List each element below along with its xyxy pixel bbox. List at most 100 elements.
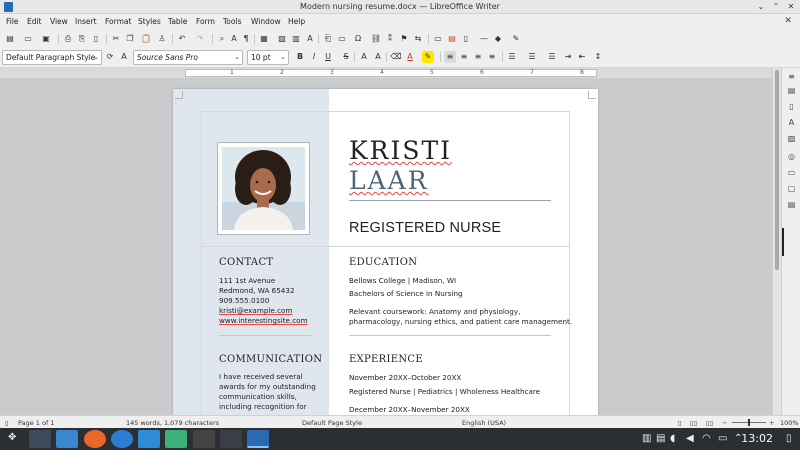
clock[interactable]: 13:02 (741, 432, 773, 445)
align-right-icon[interactable]: ≡ (472, 51, 484, 63)
menu-form[interactable]: Form (196, 17, 215, 26)
undo-icon[interactable]: ↶ (176, 33, 188, 45)
bold-icon[interactable]: B (294, 51, 306, 63)
redo-icon[interactable]: ↷ (194, 33, 206, 45)
footnote-icon[interactable]: ⁑ (384, 33, 396, 45)
formatting-marks-icon[interactable]: ¶ (240, 33, 252, 45)
communication-line[interactable]: awards for my outstanding (219, 382, 316, 392)
menu-format[interactable]: Format (105, 17, 131, 26)
book-view-icon[interactable]: ▯▯ (706, 419, 713, 427)
font-name-select[interactable]: Source Sans Pro ⌄ (133, 50, 243, 65)
subscript-icon[interactable]: A (372, 51, 384, 63)
vertical-scrollbar[interactable] (772, 68, 781, 415)
paragraph-style-select[interactable]: Default Paragraph Style ⌄ (2, 50, 102, 65)
print-preview-icon[interactable]: ▯ (90, 33, 102, 45)
numbering-icon[interactable]: ☰ (526, 51, 538, 63)
firefox-icon[interactable] (84, 430, 106, 448)
menu-window[interactable]: Window (251, 17, 281, 26)
page-break-icon[interactable]: ⎗ (322, 33, 334, 45)
word-count[interactable]: 145 words, 1,079 characters (126, 419, 219, 427)
zoom-out-icon[interactable]: − (722, 419, 727, 427)
vault-icon[interactable]: ▤ (656, 433, 665, 444)
clone-formatting-icon[interactable]: ♙ (156, 33, 168, 45)
print-icon[interactable]: ⎘ (76, 33, 88, 45)
page-icon[interactable]: ▯ (787, 102, 796, 111)
hyperlink-icon[interactable]: ⛓ (370, 33, 382, 45)
align-center-icon[interactable]: ≡ (458, 51, 470, 63)
align-left-icon[interactable]: ≡ (444, 51, 456, 63)
contact-address-line2[interactable]: Redmond, WA 65432 (219, 286, 295, 296)
menu-file[interactable]: File (6, 17, 19, 26)
experience-date-1[interactable]: November 20XX–October 20XX (349, 373, 461, 383)
contact-heading[interactable]: CONTACT (219, 257, 273, 268)
update-style-icon[interactable]: ⟳ (104, 51, 116, 63)
properties-icon[interactable]: ▤ (787, 86, 796, 95)
wifi-icon[interactable]: ◠ (702, 433, 711, 444)
language[interactable]: English (USA) (462, 419, 506, 427)
line-icon[interactable]: — (478, 33, 490, 45)
maximize-icon[interactable]: ⌃ (771, 2, 781, 12)
strikethrough-icon[interactable]: S (340, 51, 352, 63)
file-manager-icon[interactable] (56, 430, 78, 448)
gallery-icon[interactable]: ▨ (787, 134, 796, 143)
contact-email-link[interactable]: kristi@example.com (219, 306, 292, 316)
education-coursework-line2[interactable]: pharmacology, nursing ethics, and patien… (349, 317, 572, 327)
justify-icon[interactable]: ≡ (486, 51, 498, 63)
contact-address-line1[interactable]: 111 1st Avenue (219, 276, 275, 286)
show-desktop-icon[interactable]: ▯ (786, 433, 792, 444)
document-canvas[interactable]: KRISTI LAAR REGISTERED NURSE CONTACT 111… (0, 78, 772, 415)
paste-icon[interactable]: 📋 (140, 33, 152, 45)
communication-line[interactable]: communication skills, (219, 392, 297, 402)
menu-styles[interactable]: Styles (138, 17, 161, 26)
education-school[interactable]: Bellows College | Madison, WI (349, 276, 456, 286)
insert-line-icon[interactable]: ▯ (460, 33, 472, 45)
save-icon[interactable]: ▣ (40, 33, 52, 45)
cross-reference-icon[interactable]: ⇆ (412, 33, 424, 45)
terminal-icon[interactable] (193, 430, 215, 448)
single-page-view-icon[interactable]: ▯ (678, 419, 682, 427)
find-replace-icon[interactable]: ⌕ (216, 33, 228, 45)
underline-icon[interactable]: U (322, 51, 334, 63)
zoom-level[interactable]: 100% (780, 419, 799, 427)
sidebar-menu-icon[interactable]: ≡ (787, 72, 796, 81)
menu-insert[interactable]: Insert (75, 17, 97, 26)
manage-changes-icon[interactable]: ▤ (787, 200, 796, 209)
experience-date-2[interactable]: December 20XX–November 20XX (349, 405, 470, 415)
first-name[interactable]: KRISTI (349, 136, 452, 165)
system-settings-icon[interactable] (29, 430, 51, 448)
contact-phone[interactable]: 909.555.0100 (219, 296, 269, 306)
export-pdf-icon[interactable]: ⎙ (62, 33, 74, 45)
experience-job-1[interactable]: Registered Nurse | Pediatrics | Wholenes… (349, 387, 540, 397)
increase-indent-icon[interactable]: ⇥ (562, 51, 574, 63)
highlight-color-icon[interactable]: ✎ (422, 51, 434, 63)
insert-table-icon[interactable]: ▦ (258, 33, 270, 45)
styles-icon[interactable]: A (787, 118, 796, 127)
education-coursework-line1[interactable]: Relevant coursework: Anatomy and physiol… (349, 307, 520, 317)
italic-icon[interactable]: I (308, 51, 320, 63)
design-icon[interactable]: ▢ (787, 184, 796, 193)
console-icon[interactable] (220, 430, 242, 448)
comment-icon[interactable]: ▭ (432, 33, 444, 45)
bullets-icon[interactable]: ☰ (506, 51, 518, 63)
menu-edit[interactable]: Edit (27, 17, 42, 26)
basic-shapes-icon[interactable]: ◆ (492, 33, 504, 45)
communication-line[interactable]: including recognition for (219, 402, 307, 412)
menu-view[interactable]: View (50, 17, 68, 26)
copy-icon[interactable]: ❐ (124, 33, 136, 45)
zoom-in-icon[interactable]: + (769, 419, 774, 427)
communication-line[interactable]: I have received several (219, 372, 303, 382)
bookmark-icon[interactable]: ⚑ (398, 33, 410, 45)
insert-image-icon[interactable]: ▨ (276, 33, 288, 45)
spelling-icon[interactable]: A (228, 33, 240, 45)
menu-tools[interactable]: Tools (223, 17, 241, 26)
menu-help[interactable]: Help (288, 17, 305, 26)
close-window-icon[interactable]: ✕ (786, 2, 796, 12)
store-icon[interactable] (138, 430, 160, 448)
writer-task-icon[interactable] (247, 430, 269, 448)
track-changes-icon[interactable]: ▤ (446, 33, 458, 45)
new-document-icon[interactable]: ▤ (4, 33, 16, 45)
navigator-icon[interactable]: ◎ (787, 152, 796, 161)
clipboard-icon[interactable]: ▥ (642, 433, 651, 444)
resume-page[interactable]: KRISTI LAAR REGISTERED NURSE CONTACT 111… (173, 89, 598, 415)
font-size-select[interactable]: 10 pt ⌄ (247, 50, 289, 65)
